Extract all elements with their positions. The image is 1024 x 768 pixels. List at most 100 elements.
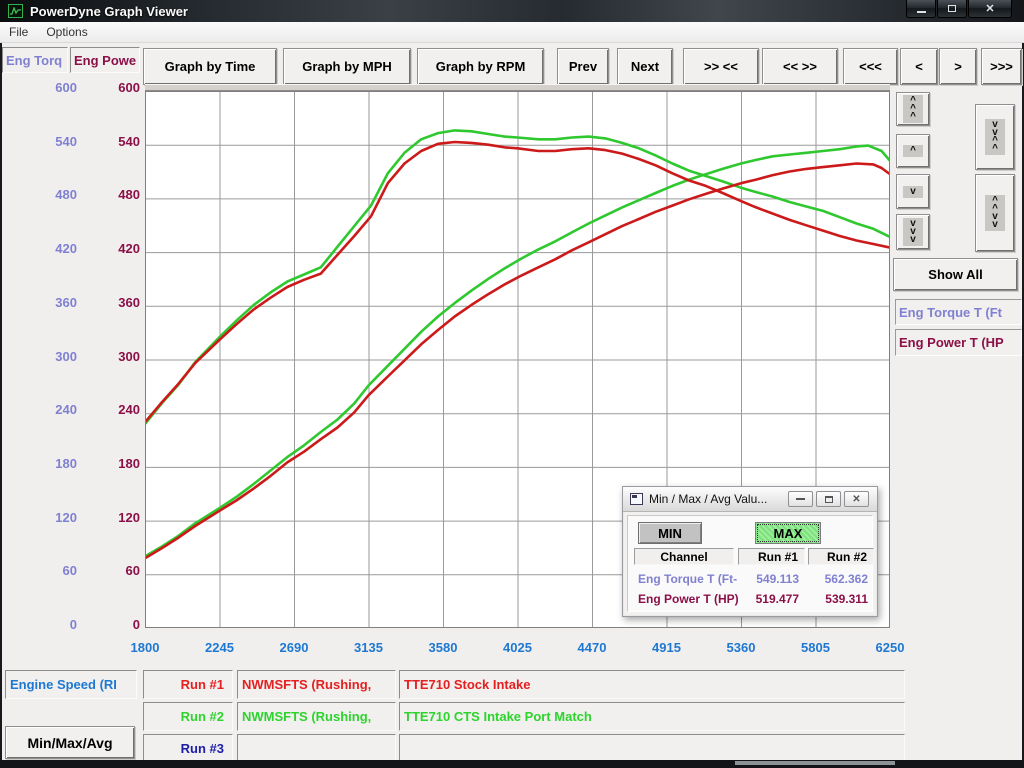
x-tick-5805: 5805 — [784, 640, 848, 655]
plot-horizontal-scrollbar[interactable] — [145, 84, 890, 91]
row-torque-run1: 549.113 — [738, 572, 799, 586]
toolbar-button-[interactable]: >>> — [981, 48, 1022, 85]
legend-operator-row1: NWMSFTS (Rushing, — [237, 670, 396, 699]
x-tick-4470: 4470 — [560, 640, 624, 655]
title-bar[interactable]: PowerDyne Graph Viewer ✕ — [0, 0, 1024, 22]
y-tick-torque-240: 240 — [17, 402, 77, 417]
channel-power-selector[interactable]: Eng Powe — [70, 47, 140, 73]
y-tick-torque-540: 540 — [17, 134, 77, 149]
scroll-down-fast-button[interactable]: vvv — [896, 214, 930, 250]
row-power-run2: 539.311 — [808, 592, 868, 606]
window-close-button[interactable]: ✕ — [968, 0, 1012, 18]
toolbar-button-[interactable]: << >> — [762, 48, 838, 85]
toolbar-button-[interactable]: >> << — [683, 48, 759, 85]
zoom-out-vertical-button[interactable]: ^^vv — [975, 174, 1015, 252]
column-header-run1: Run #1 — [738, 548, 805, 565]
minimize-icon — [796, 498, 805, 500]
minmax-restore-button[interactable] — [816, 491, 841, 507]
y-tick-power-360: 360 — [80, 295, 140, 310]
y-tick-torque-480: 480 — [17, 187, 77, 202]
x-tick-6250: 6250 — [858, 640, 922, 655]
minmaxavg-button[interactable]: Min/Max/Avg — [5, 726, 135, 759]
minmax-minimize-button[interactable] — [788, 491, 813, 507]
window-minimize-button[interactable] — [906, 0, 936, 18]
chevron-icon: vvv — [903, 218, 923, 246]
menu-file[interactable]: File — [0, 23, 37, 41]
scroll-down-button[interactable]: v — [896, 174, 930, 209]
show-all-button[interactable]: Show All — [893, 258, 1018, 291]
legend-run-label-row2: Run #2 — [143, 702, 233, 731]
x-tick-2245: 2245 — [188, 640, 252, 655]
toolbar-button-next[interactable]: Next — [617, 48, 673, 85]
power-channel-label: Eng Power T (HP — [895, 329, 1022, 356]
chevron-icon: ^^vv — [985, 195, 1005, 231]
toolbar-button-[interactable]: > — [939, 48, 977, 85]
zoom-in-vertical-button[interactable]: vv^^ — [975, 104, 1015, 170]
x-tick-5360: 5360 — [709, 640, 773, 655]
toolbar-button-[interactable]: <<< — [843, 48, 898, 85]
close-icon: ✕ — [852, 494, 860, 505]
minimize-icon — [917, 11, 926, 13]
row-torque-run2: 562.362 — [808, 572, 868, 586]
y-tick-torque-60: 60 — [17, 563, 77, 578]
min-button[interactable]: MIN — [638, 522, 702, 544]
app-window: PowerDyne Graph Viewer ✕ File Options En… — [0, 0, 1024, 768]
toolbar-button-graph-by-rpm[interactable]: Graph by RPM — [417, 48, 544, 85]
channel-torque-selector[interactable]: Eng Torq — [2, 47, 68, 73]
legend-operator-row3 — [237, 734, 396, 763]
y-tick-torque-600: 600 — [17, 80, 77, 95]
toolbar-button-graph-by-mph[interactable]: Graph by MPH — [283, 48, 411, 85]
legend-run-label-row3: Run #3 — [143, 734, 233, 763]
toolbar-button-[interactable]: < — [900, 48, 938, 85]
x-tick-4025: 4025 — [486, 640, 550, 655]
minmax-close-button[interactable]: ✕ — [844, 491, 869, 507]
window-title: PowerDyne Graph Viewer — [30, 4, 188, 19]
row-torque-channel: Eng Torque T (Ft- — [638, 572, 737, 586]
maximize-icon — [948, 5, 956, 12]
x-tick-1800: 1800 — [113, 640, 177, 655]
legend-run-note-row2: TTE710 CTS Intake Port Match — [399, 702, 905, 731]
x-tick-2690: 2690 — [262, 640, 326, 655]
legend-run-note-row1: TTE710 Stock Intake — [399, 670, 905, 699]
y-tick-power-240: 240 — [80, 402, 140, 417]
minmax-window-titlebar[interactable]: Min / Max / Avg Valu... ✕ — [623, 487, 877, 512]
y-tick-power-60: 60 — [80, 563, 140, 578]
chevron-icon: v — [903, 186, 923, 198]
x-axis-channel-label: Engine Speed (RI — [5, 670, 137, 699]
chevron-icon: ^^^ — [903, 95, 923, 123]
scroll-up-fast-button[interactable]: ^^^ — [896, 92, 930, 126]
minmax-window: Min / Max / Avg Valu... ✕ MIN MAX Channe… — [622, 486, 878, 617]
menu-options[interactable]: Options — [37, 23, 96, 41]
y-tick-torque-360: 360 — [17, 295, 77, 310]
y-tick-torque-120: 120 — [17, 510, 77, 525]
window-bottom-frame — [0, 760, 1024, 768]
y-tick-power-180: 180 — [80, 456, 140, 471]
y-tick-power-480: 480 — [80, 187, 140, 202]
max-button[interactable]: MAX — [755, 522, 821, 544]
y-tick-power-300: 300 — [80, 349, 140, 364]
scroll-up-button[interactable]: ^ — [896, 134, 930, 168]
y-tick-power-120: 120 — [80, 510, 140, 525]
x-tick-3580: 3580 — [411, 640, 475, 655]
minmax-window-body: MIN MAX Channel Run #1 Run #2 Eng Torque… — [627, 515, 873, 612]
legend-operator-row2: NWMSFTS (Rushing, — [237, 702, 396, 731]
x-tick-3135: 3135 — [337, 640, 401, 655]
restore-icon — [825, 496, 833, 503]
toolbar-button-prev[interactable]: Prev — [557, 48, 609, 85]
app-icon — [8, 4, 23, 18]
legend-run-note-row3 — [399, 734, 905, 763]
row-power-channel: Eng Power T (HP) — [638, 592, 739, 606]
legend-run-label-row1: Run #1 — [143, 670, 233, 699]
column-header-run2: Run #2 — [808, 548, 874, 565]
y-tick-power-420: 420 — [80, 241, 140, 256]
row-power-run1: 519.477 — [738, 592, 799, 606]
chevron-icon: vv^^ — [985, 119, 1005, 155]
chevron-icon: ^ — [903, 145, 923, 157]
y-tick-torque-420: 420 — [17, 241, 77, 256]
window-maximize-button[interactable] — [937, 0, 967, 18]
minmax-window-title: Min / Max / Avg Valu... — [649, 492, 767, 506]
toolbar-button-graph-by-time[interactable]: Graph by Time — [143, 48, 277, 85]
menu-bar: File Options — [0, 22, 1024, 43]
y-tick-power-540: 540 — [80, 134, 140, 149]
y-tick-power-0: 0 — [80, 617, 140, 632]
